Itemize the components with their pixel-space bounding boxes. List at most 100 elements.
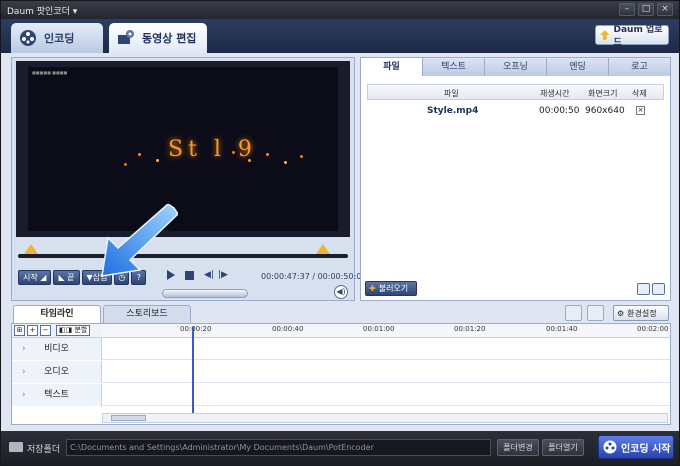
tab-opening[interactable]: 오프닝 bbox=[485, 58, 547, 76]
daum-upload-button[interactable]: Daum 업로드 bbox=[595, 25, 669, 48]
save-folder-label: 저장폴더 bbox=[27, 445, 61, 455]
title-bar: Daum 팟인코더 ▾ – □ × bbox=[1, 1, 679, 19]
next-frame-icon[interactable]: |▶ bbox=[218, 270, 228, 280]
ruler-tick: 00:00:20 bbox=[180, 325, 212, 333]
track-audio-name: 오디오 bbox=[44, 367, 69, 377]
col-file: 파일 bbox=[444, 89, 459, 98]
save-icon[interactable] bbox=[587, 305, 604, 321]
start-encoding-label: 인코딩 시작 bbox=[621, 443, 671, 455]
spark bbox=[266, 153, 269, 156]
grid-view-icon[interactable] bbox=[637, 283, 650, 295]
app-window: Daum 팟인코더 ▾ – □ × 인코딩 동영상 편집 Daum 업로드 ■■… bbox=[0, 0, 680, 466]
zoom-in-icon[interactable]: + bbox=[27, 325, 38, 336]
film-reel-icon bbox=[603, 440, 617, 454]
timeline-tools: ⊞ + − ◧◨ 분할 bbox=[12, 324, 102, 338]
prev-frame-icon[interactable]: ◀| bbox=[204, 270, 214, 280]
list-view-icon[interactable] bbox=[652, 283, 665, 295]
fit-icon[interactable]: ⊞ bbox=[14, 325, 25, 336]
start-marker[interactable] bbox=[24, 244, 38, 254]
header-bar: 인코딩 동영상 편집 Daum 업로드 bbox=[1, 19, 679, 53]
open-folder-button[interactable]: 폴더열기 bbox=[542, 439, 584, 456]
end-marker[interactable] bbox=[316, 244, 330, 254]
tab-encoding[interactable]: 인코딩 bbox=[11, 23, 103, 53]
col-delete: 삭제 bbox=[632, 89, 647, 98]
speaker-icon: ◀) bbox=[336, 287, 346, 296]
close-button[interactable]: × bbox=[657, 3, 673, 16]
ruler-tick: 00:02:00 bbox=[637, 325, 669, 333]
spark bbox=[232, 151, 235, 154]
set-end-label: 끝 bbox=[67, 273, 75, 282]
footer-bar: 저장폴더 C:\Documents and Settings\Administr… bbox=[1, 431, 679, 465]
set-start-button[interactable]: 시작 ◢ bbox=[18, 270, 52, 285]
track-audio-label: › 오디오 bbox=[12, 361, 102, 383]
seek-bar[interactable] bbox=[18, 244, 348, 258]
upload-arrow-icon bbox=[600, 30, 610, 40]
folder-icon[interactable] bbox=[565, 305, 582, 321]
tab-text[interactable]: 텍스트 bbox=[423, 58, 485, 76]
video-screen[interactable]: ■■■■■ ■■■■ St l 9 bbox=[16, 61, 350, 237]
daum-upload-label: Daum 업로드 bbox=[613, 25, 663, 48]
set-start-label: 시작 bbox=[23, 273, 38, 282]
tab-file[interactable]: 파일 bbox=[361, 58, 423, 76]
time-ruler[interactable]: 00:00:20 00:00:40 00:01:00 00:01:20 00:0… bbox=[102, 324, 670, 338]
volume-button[interactable]: ◀) bbox=[334, 285, 348, 299]
track-audio[interactable]: › 오디오 bbox=[12, 361, 670, 383]
time-readout: 00:00:47:37 / 00:00:50:03 bbox=[261, 272, 367, 281]
tab-timeline[interactable]: 타임라인 bbox=[13, 305, 101, 323]
app-title[interactable]: Daum 팟인코더 ▾ bbox=[7, 4, 77, 17]
tab-storyboard[interactable]: 스토리보드 bbox=[103, 305, 191, 323]
minimize-button[interactable]: – bbox=[619, 3, 635, 16]
chevron-right-icon[interactable]: › bbox=[22, 361, 26, 383]
col-size: 화면크기 bbox=[588, 89, 618, 98]
delete-file-button[interactable]: × bbox=[636, 106, 645, 115]
save-folder-path[interactable]: C:\Documents and Settings\Administrator\… bbox=[66, 439, 491, 456]
tab-logo[interactable]: 로고 bbox=[609, 58, 670, 76]
maximize-button[interactable]: □ bbox=[638, 3, 654, 16]
tab-video-edit-label: 동영상 편집 bbox=[142, 32, 197, 45]
zoom-out-icon[interactable]: − bbox=[40, 325, 51, 336]
current-time: 00:00:47:37 bbox=[261, 272, 310, 281]
spark bbox=[300, 155, 303, 158]
file-panel: 파일 텍스트 오프닝 엔딩 로고 파일 재생시간 화면크기 삭제 Style.m… bbox=[360, 57, 671, 301]
track-video[interactable]: › 비디오 bbox=[12, 338, 670, 360]
scrollbar-thumb[interactable] bbox=[111, 415, 146, 421]
file-panel-tabs: 파일 텍스트 오프닝 엔딩 로고 bbox=[361, 58, 670, 76]
stop-icon[interactable] bbox=[185, 270, 194, 280]
video-title-text: St l 9 bbox=[168, 137, 257, 162]
playhead[interactable] bbox=[192, 327, 194, 413]
timeline-scrollbar[interactable] bbox=[102, 413, 668, 423]
start-encoding-button[interactable]: 인코딩 시작 bbox=[598, 435, 674, 459]
track-text-name: 텍스트 bbox=[44, 390, 69, 400]
change-folder-button[interactable]: 폴더변경 bbox=[497, 439, 539, 456]
plus-icon: ✚ bbox=[369, 284, 376, 293]
set-end-button[interactable]: ◣ 끝 bbox=[53, 270, 80, 285]
gear-icon: ⚙ bbox=[617, 308, 625, 318]
file-duration: 00:00:50 bbox=[539, 106, 580, 116]
spark bbox=[156, 159, 159, 162]
video-player: ■■■■■ ■■■■ St l 9 시작 ◢ ◣ 끝 ▼ 삽입 ◷ ? ◀| |… bbox=[11, 57, 366, 301]
tab-ending[interactable]: 엔딩 bbox=[547, 58, 609, 76]
settings-button[interactable]: ⚙ 환경설정 bbox=[613, 305, 669, 321]
track-video-name: 비디오 bbox=[44, 344, 69, 354]
file-table-header: 파일 재생시간 화면크기 삭제 bbox=[367, 84, 664, 100]
spark bbox=[124, 163, 127, 166]
split-label: 분할 bbox=[74, 326, 88, 334]
spark bbox=[138, 153, 141, 156]
film-reel-icon bbox=[20, 30, 36, 46]
chevron-right-icon[interactable]: › bbox=[22, 384, 26, 406]
pointer-arrow-icon bbox=[101, 204, 178, 277]
main-area: ■■■■■ ■■■■ St l 9 시작 ◢ ◣ 끝 ▼ 삽입 ◷ ? ◀| |… bbox=[1, 53, 679, 431]
split-button[interactable]: ◧◨ 분할 bbox=[56, 325, 91, 336]
settings-label: 환경설정 bbox=[627, 308, 657, 318]
chevron-right-icon[interactable]: › bbox=[22, 338, 26, 360]
tab-video-edit[interactable]: 동영상 편집 bbox=[109, 23, 207, 53]
ruler-tick: 00:01:00 bbox=[363, 325, 395, 333]
position-slider[interactable] bbox=[162, 289, 248, 298]
ruler-tick: 00:01:20 bbox=[454, 325, 486, 333]
video-overlay-caption: ■■■■■ ■■■■ bbox=[32, 70, 68, 75]
track-text[interactable]: › 텍스트 bbox=[12, 384, 670, 406]
table-row[interactable]: Style.mp4 00:00:50 960x640 × bbox=[367, 103, 664, 117]
spark bbox=[248, 159, 251, 162]
timeline-toolbar: 타임라인 스토리보드 ⚙ 환경설정 bbox=[11, 305, 671, 323]
load-button[interactable]: ✚ 불러오기 bbox=[365, 281, 417, 296]
